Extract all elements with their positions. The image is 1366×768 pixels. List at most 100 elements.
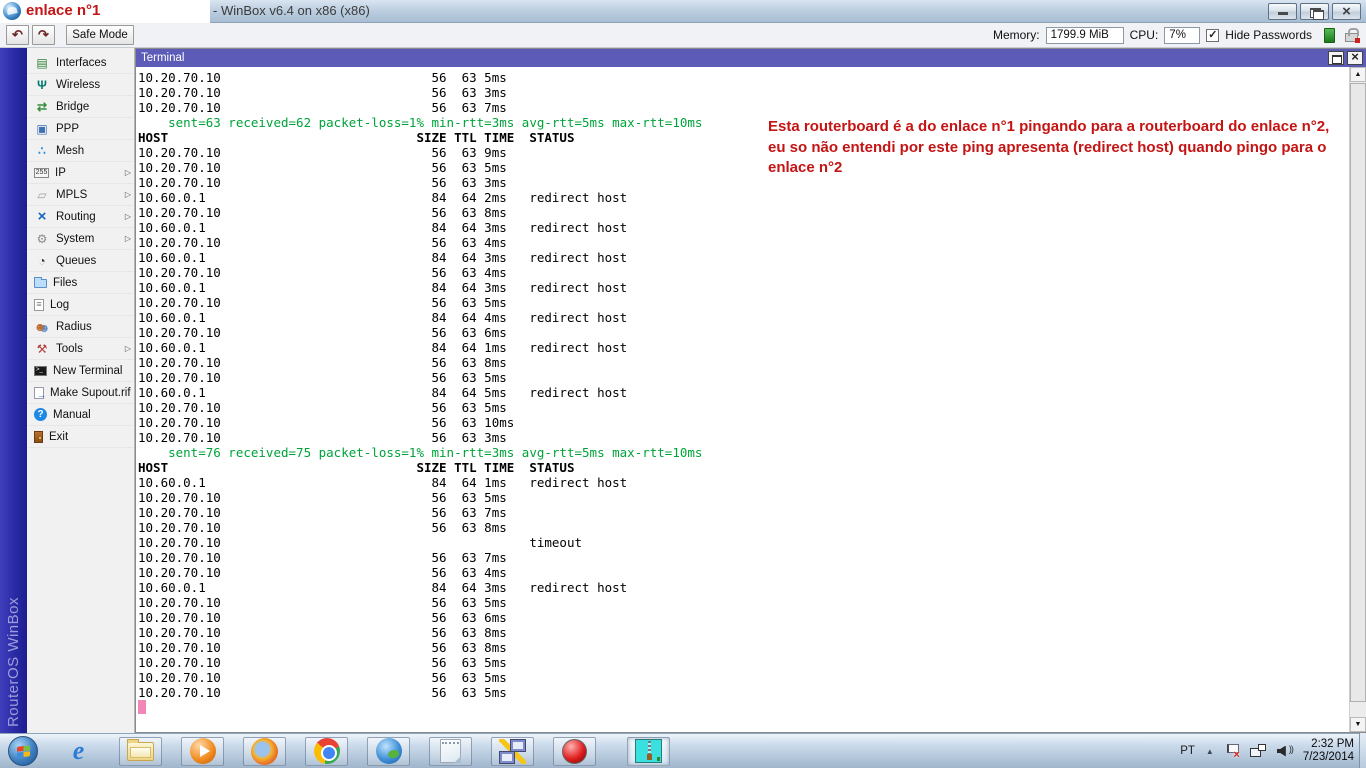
supout-icon bbox=[34, 387, 44, 399]
restore-button[interactable] bbox=[1300, 3, 1329, 20]
terminal-line: 10.20.70.10 56 63 5ms bbox=[138, 295, 1366, 310]
terminal-close-button[interactable] bbox=[1347, 51, 1363, 65]
sidebar-item-files[interactable]: Files bbox=[27, 272, 134, 294]
show-hidden-icons-button[interactable]: ▲ bbox=[1206, 747, 1214, 756]
action-center-icon[interactable] bbox=[1225, 744, 1239, 758]
volume-icon[interactable] bbox=[1277, 745, 1292, 758]
sidebar-item-supout[interactable]: Make Supout.rif bbox=[27, 382, 134, 404]
sidebar-item-label: Log bbox=[50, 299, 69, 311]
scroll-up-button[interactable]: ▲ bbox=[1350, 67, 1366, 82]
terminal-scrollbar[interactable]: ▲ ▼ bbox=[1349, 67, 1366, 732]
window-controls bbox=[1268, 3, 1361, 20]
minimize-button[interactable] bbox=[1268, 3, 1297, 20]
traffic-indicator-icon bbox=[1324, 28, 1335, 43]
terminal-line: 10.60.0.1 84 64 1ms redirect host bbox=[138, 475, 1366, 490]
queues-icon bbox=[34, 254, 50, 268]
start-button[interactable] bbox=[8, 736, 38, 766]
sidebar-item-mpls[interactable]: MPLS▷ bbox=[27, 184, 134, 206]
sidebar-item-radius[interactable]: Radius bbox=[27, 316, 134, 338]
red-sphere-app[interactable] bbox=[553, 737, 596, 766]
redo-button[interactable]: ↷ bbox=[32, 25, 55, 45]
safe-mode-button[interactable]: Safe Mode bbox=[66, 25, 134, 45]
sidebar-item-ip[interactable]: IP▷ bbox=[27, 162, 134, 184]
sidebar-item-routing[interactable]: Routing▷ bbox=[27, 206, 134, 228]
terminal-line: sent=76 received=75 packet-loss=1% min-r… bbox=[138, 445, 1366, 460]
sidebar-item-label: Exit bbox=[49, 431, 68, 443]
wmp-icon bbox=[190, 738, 216, 764]
sidebar-item-label: New Terminal bbox=[53, 365, 122, 377]
tools-icon bbox=[34, 342, 50, 356]
sidebar-item-mesh[interactable]: Mesh bbox=[27, 140, 134, 162]
notepad-app[interactable] bbox=[429, 737, 472, 766]
brand-bar: RouterOS WinBox bbox=[0, 48, 27, 733]
close-button[interactable] bbox=[1332, 3, 1361, 20]
terminal-line: 10.20.70.10 56 63 5ms bbox=[138, 70, 1366, 85]
terminal-line: 10.20.70.10 56 63 6ms bbox=[138, 610, 1366, 625]
internet-explorer-app[interactable] bbox=[57, 737, 100, 766]
mpls-icon bbox=[34, 188, 50, 202]
sidebar-menu: InterfacesWirelessBridgePPPMeshIP▷MPLS▷R… bbox=[27, 48, 135, 733]
chrome-app[interactable] bbox=[305, 737, 348, 766]
submenu-arrow-icon: ▷ bbox=[125, 190, 131, 199]
clock-time: 2:32 PM bbox=[1303, 738, 1354, 752]
sidebar-item-manual[interactable]: Manual bbox=[27, 404, 134, 426]
sidebar-item-label: System bbox=[56, 233, 94, 245]
terminal-cursor bbox=[138, 700, 146, 714]
terminal-line: 10.20.70.10 56 63 4ms bbox=[138, 265, 1366, 280]
hide-passwords-checkbox[interactable]: ✓ bbox=[1206, 29, 1219, 42]
sidebar-item-system[interactable]: System ▷ bbox=[27, 228, 134, 250]
scroll-down-button[interactable]: ▼ bbox=[1350, 717, 1366, 732]
terminal-line: 10.20.70.10 56 63 7ms bbox=[138, 100, 1366, 115]
terminal-body[interactable]: 10.20.70.10 56 63 5ms 10.20.70.10 56 63 … bbox=[136, 67, 1366, 732]
submenu-arrow-icon: ▷ bbox=[125, 168, 131, 177]
sidebar-item-label: Tools bbox=[56, 343, 83, 355]
terminal-titlebar[interactable]: Terminal bbox=[136, 49, 1366, 67]
terminal-line: 10.20.70.10 56 63 8ms bbox=[138, 355, 1366, 370]
sidebar-item-label: Manual bbox=[53, 409, 91, 421]
manual-icon bbox=[34, 408, 47, 421]
terminal-line: HOST SIZE TTL TIME STATUS bbox=[138, 460, 1366, 475]
taskbar-clock[interactable]: 2:32 PM 7/23/2014 bbox=[1303, 738, 1354, 765]
main-area: RouterOS WinBox InterfacesWirelessBridge… bbox=[0, 48, 1366, 733]
google-earth-app[interactable] bbox=[367, 737, 410, 766]
sidebar-item-tools[interactable]: Tools▷ bbox=[27, 338, 134, 360]
terminal-title: Terminal bbox=[141, 52, 184, 64]
sidebar-item-ppp[interactable]: PPP bbox=[27, 118, 134, 140]
sidebar-item-log[interactable]: Log bbox=[27, 294, 134, 316]
winbox-session-app[interactable] bbox=[627, 737, 670, 766]
submenu-arrow-icon: ▷ bbox=[125, 234, 131, 243]
explorer-icon bbox=[127, 742, 154, 761]
terminal-line: 10.20.70.10 timeout bbox=[138, 535, 1366, 550]
undo-button[interactable]: ↶ bbox=[6, 25, 29, 45]
terminal-line: 10.20.70.10 56 63 8ms bbox=[138, 640, 1366, 655]
sidebar-item-bridge[interactable]: Bridge bbox=[27, 96, 134, 118]
sidebar-item-label: Routing bbox=[56, 211, 96, 223]
language-indicator[interactable]: PT bbox=[1180, 745, 1195, 757]
show-desktop-button[interactable] bbox=[1359, 733, 1366, 768]
sidebar-item-wireless[interactable]: Wireless bbox=[27, 74, 134, 96]
sidebar-item-interfaces[interactable]: Interfaces bbox=[27, 52, 134, 74]
terminal-window-buttons bbox=[1328, 51, 1366, 65]
network-icon[interactable] bbox=[1250, 744, 1266, 758]
sidebar-item-label: PPP bbox=[56, 123, 79, 135]
wireless-icon bbox=[34, 78, 50, 92]
terminal-line: 10.20.70.10 56 63 8ms bbox=[138, 520, 1366, 535]
sidebar-item-label: Mesh bbox=[56, 145, 84, 157]
system-tray: PT ▲ 2:32 PM 7/23/2014 bbox=[1180, 738, 1366, 765]
bridge-icon bbox=[34, 100, 50, 114]
system-icon bbox=[34, 232, 50, 246]
windows-explorer-app[interactable] bbox=[119, 737, 162, 766]
terminal-restore-button[interactable] bbox=[1328, 51, 1344, 65]
scrollbar-thumb[interactable] bbox=[1350, 83, 1366, 702]
sidebar-item-new-terminal[interactable]: New Terminal bbox=[27, 360, 134, 382]
firefox-app[interactable] bbox=[243, 737, 286, 766]
annotation-line: eu so não entendi por este ping apresent… bbox=[768, 138, 1366, 159]
sidebar-item-queues[interactable]: Queues bbox=[27, 250, 134, 272]
terminal-line: 10.20.70.10 56 63 5ms bbox=[138, 685, 1366, 700]
clock-date: 7/23/2014 bbox=[1303, 751, 1354, 765]
winbox-loader-app[interactable] bbox=[491, 737, 534, 766]
media-player-app[interactable] bbox=[181, 737, 224, 766]
ie-icon bbox=[66, 738, 92, 764]
sidebar-item-exit[interactable]: Exit bbox=[27, 426, 134, 448]
winbox-logo-icon bbox=[3, 2, 21, 20]
